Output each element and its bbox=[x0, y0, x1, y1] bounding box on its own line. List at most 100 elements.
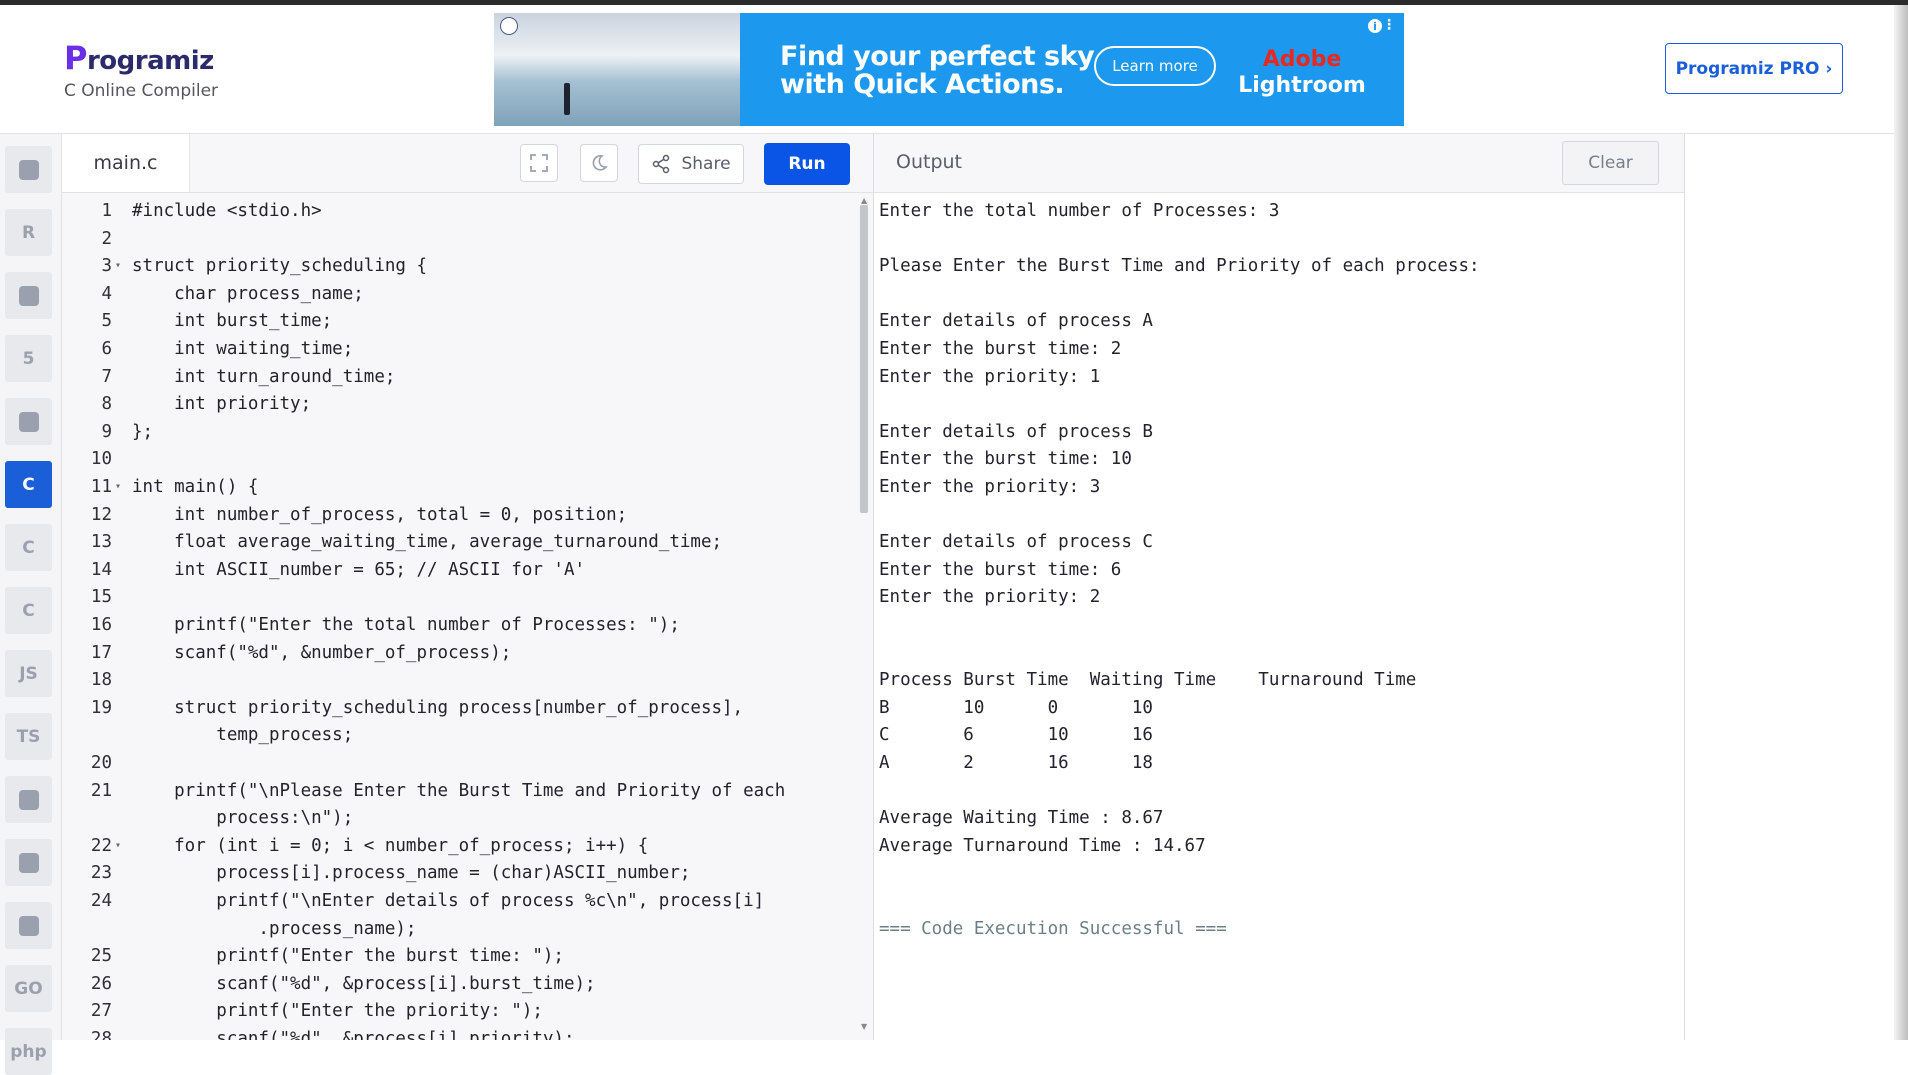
ad-learn-more-button[interactable]: Learn more bbox=[1094, 46, 1216, 86]
c-icon: C bbox=[22, 474, 35, 495]
sidebar-item-swift[interactable] bbox=[5, 839, 52, 886]
code-editor[interactable]: 1 #include <stdio.h> 2 3 ▾ struct priority_sc… bbox=[62, 193, 873, 1040]
editor-toolbar: main.c Share Run bbox=[62, 134, 873, 193]
file-tab-main-c[interactable]: main.c bbox=[62, 134, 190, 192]
code-text: process[i].process_name = (char)ASCII_nu… bbox=[132, 863, 691, 884]
code-text: scanf("%d", &process[i].burst_time); bbox=[132, 973, 596, 994]
line-number: 3 bbox=[101, 256, 112, 277]
sidebar-item-html[interactable]: 5 bbox=[5, 335, 52, 382]
ad-menu-icon[interactable]: ⋮ bbox=[1382, 17, 1396, 33]
line-number: 1 bbox=[101, 201, 112, 221]
output-line: Average Waiting Time : 8.67 bbox=[879, 808, 1164, 829]
code-text: printf("Enter the total number of Proces… bbox=[132, 615, 680, 635]
php-icon: php bbox=[10, 1041, 47, 1062]
advertisement-banner[interactable]: Find your perfect sky with Quick Actions… bbox=[494, 13, 1404, 126]
sidebar-item-csharp[interactable]: C bbox=[5, 587, 52, 634]
clear-button[interactable]: Clear bbox=[1562, 141, 1659, 185]
sidebar-item-cpp[interactable]: C bbox=[5, 524, 52, 571]
sidebar-item-javascript[interactable]: JS bbox=[5, 650, 52, 697]
output-line: Enter details of process B bbox=[879, 421, 1153, 442]
sidebar-item-php[interactable]: php bbox=[5, 1028, 52, 1075]
dark-mode-button[interactable] bbox=[580, 144, 618, 182]
line-number: 17 bbox=[90, 642, 112, 663]
output-line: Average Turnaround Time : 14.67 bbox=[879, 835, 1206, 856]
code-text: struct priority_scheduling { bbox=[132, 256, 428, 277]
line-number: 23 bbox=[90, 863, 112, 884]
swift-icon bbox=[18, 852, 39, 873]
code-text: int turn_around_time; bbox=[132, 366, 396, 387]
line-number: 12 bbox=[90, 504, 112, 525]
code-text: int burst_time; bbox=[132, 311, 333, 332]
output-line: Enter the priority: 2 bbox=[879, 587, 1101, 608]
python-icon bbox=[18, 159, 39, 180]
sidebar-item-java[interactable] bbox=[5, 398, 52, 445]
line-number: 7 bbox=[101, 366, 112, 387]
fold-toggle-icon[interactable]: ▾ bbox=[115, 481, 121, 492]
output-line: Enter details of process C bbox=[879, 532, 1153, 553]
line-number: 28 bbox=[90, 1029, 112, 1040]
code-text: int number_of_process, total = 0, positi… bbox=[132, 504, 628, 525]
output-line: C 6 10 16 bbox=[879, 725, 1153, 746]
line-number: 26 bbox=[90, 973, 112, 994]
java-icon bbox=[18, 411, 39, 432]
programiz-pro-button[interactable]: Programiz PRO › bbox=[1665, 43, 1843, 94]
language-sidebar: R 5 C C C JS TS GO php bbox=[0, 134, 62, 1075]
ad-headline: Find your perfect sky with Quick Actions… bbox=[780, 41, 1095, 100]
share-button[interactable]: Share bbox=[638, 144, 744, 184]
code-text: .process_name); bbox=[132, 918, 417, 939]
output-line: Enter details of process A bbox=[879, 311, 1153, 332]
line-number: 14 bbox=[90, 559, 112, 580]
logo-initial: P bbox=[64, 39, 87, 77]
right-panel-border bbox=[1684, 134, 1685, 1040]
sidebar-item-typescript[interactable]: TS bbox=[5, 713, 52, 760]
code-text: #include <stdio.h> bbox=[132, 201, 322, 221]
logo-text: rogramiz bbox=[86, 46, 214, 76]
line-number: 25 bbox=[90, 946, 112, 967]
fold-toggle-icon[interactable]: ▾ bbox=[115, 840, 121, 851]
sidebar-item-r[interactable]: R bbox=[5, 209, 52, 256]
sidebar-item-database[interactable] bbox=[5, 776, 52, 823]
ad-info-icon[interactable]: i bbox=[1368, 19, 1382, 33]
share-label: Share bbox=[681, 154, 731, 174]
ad-paddleboarder-figure bbox=[564, 83, 570, 115]
execution-status-line: === Code Execution Successful === bbox=[879, 918, 1227, 939]
sidebar-item-python[interactable] bbox=[5, 146, 52, 193]
sidebar-item-kotlin[interactable] bbox=[5, 902, 52, 949]
ad-photo bbox=[494, 13, 740, 126]
line-number: 27 bbox=[90, 1001, 112, 1022]
editor-scroll-down-arrow[interactable]: ▼ bbox=[861, 1022, 867, 1031]
output-line: Process Burst Time Waiting Time Turnarou… bbox=[879, 670, 1417, 691]
output-line: A 2 16 18 bbox=[879, 753, 1153, 773]
code-text: int waiting_time; bbox=[132, 339, 354, 359]
code-text: }; bbox=[132, 421, 154, 442]
editor-scrollbar-thumb[interactable] bbox=[860, 205, 868, 513]
line-number: 11 bbox=[90, 477, 112, 497]
run-button[interactable]: Run bbox=[764, 143, 850, 185]
line-number: 22 bbox=[90, 835, 112, 856]
output-line: Enter the burst time: 10 bbox=[879, 449, 1132, 470]
sidebar-item-c[interactable]: C bbox=[5, 461, 52, 508]
window-right-edge bbox=[1894, 5, 1908, 1040]
line-number: 9 bbox=[101, 421, 112, 442]
output-line: Enter the priority: 1 bbox=[879, 366, 1101, 387]
line-number: 6 bbox=[101, 339, 112, 359]
line-number: 10 bbox=[90, 449, 112, 470]
output-line: Enter the burst time: 2 bbox=[879, 339, 1122, 359]
sidebar-item-sql[interactable] bbox=[5, 272, 52, 319]
header: Programiz C Online Compiler Find your pe… bbox=[0, 5, 1894, 134]
fold-toggle-icon[interactable]: ▾ bbox=[115, 260, 121, 271]
code-text: printf("Enter the burst time: "); bbox=[132, 946, 564, 967]
fullscreen-button[interactable] bbox=[520, 144, 558, 182]
javascript-icon: JS bbox=[19, 663, 38, 684]
line-number: 18 bbox=[90, 670, 112, 691]
csharp-icon: C bbox=[22, 600, 35, 621]
programiz-logo[interactable]: Programiz bbox=[64, 39, 214, 77]
sidebar-item-go[interactable]: GO bbox=[5, 965, 52, 1012]
code-text: printf("Enter the priority: "); bbox=[132, 1001, 543, 1022]
output-line: Enter the burst time: 6 bbox=[879, 559, 1122, 580]
editor-scroll-up-arrow[interactable]: ▲ bbox=[861, 196, 867, 205]
output-console[interactable]: Enter the total number of Processes: 3 Pl… bbox=[874, 193, 1684, 1040]
share-icon bbox=[653, 154, 670, 174]
code-text: struct priority_scheduling process[numbe… bbox=[132, 697, 744, 718]
output-title: Output bbox=[896, 151, 962, 173]
